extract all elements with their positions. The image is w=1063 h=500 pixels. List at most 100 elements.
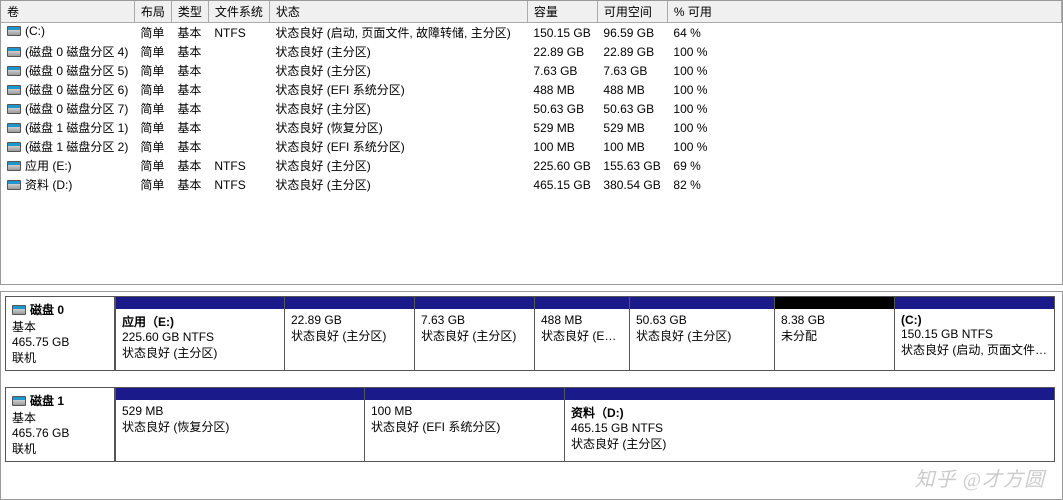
col-status[interactable]: 状态 [269, 1, 527, 23]
partition-title: 应用（E:) [122, 313, 278, 330]
cell-layout: 简单 [134, 23, 171, 43]
disk-size: 465.76 GB [12, 426, 108, 440]
col-type[interactable]: 类型 [171, 1, 208, 23]
cell-capacity: 150.15 GB [527, 23, 597, 43]
cell-type: 基本 [171, 118, 208, 137]
col-free[interactable]: 可用空间 [597, 1, 667, 23]
cell-type: 基本 [171, 80, 208, 99]
disk-type: 基本 [12, 318, 108, 335]
table-row[interactable]: (磁盘 0 磁盘分区 4)简单基本状态良好 (主分区)22.89 GB22.89… [1, 42, 1062, 61]
partition-color-bar [415, 297, 534, 309]
table-row[interactable]: (磁盘 1 磁盘分区 1)简单基本状态良好 (恢复分区)529 MB529 MB… [1, 118, 1062, 137]
partition-size: 150.15 GB NTFS [901, 327, 1048, 341]
cell-status: 状态良好 (主分区) [269, 156, 527, 175]
table-row[interactable]: (磁盘 1 磁盘分区 2)简单基本状态良好 (EFI 系统分区)100 MB10… [1, 137, 1062, 156]
disk-size: 465.75 GB [12, 335, 108, 349]
partition-status: 状态良好 (主分区) [291, 327, 408, 344]
partition-size: 488 MB [541, 313, 623, 327]
partition-color-bar [116, 388, 364, 400]
partition[interactable]: (C:)150.15 GB NTFS状态良好 (启动, 页面文件, 故障 [895, 296, 1055, 371]
cell-pct: 100 % [667, 80, 1061, 99]
disk-row: 磁盘 0基本465.75 GB联机应用（E:)225.60 GB NTFS状态良… [5, 296, 1058, 371]
volume-name: 资料 (D:) [25, 176, 72, 193]
volume-name: 应用 (E:) [25, 157, 72, 174]
table-row[interactable]: (磁盘 0 磁盘分区 6)简单基本状态良好 (EFI 系统分区)488 MB48… [1, 80, 1062, 99]
col-pct[interactable]: % 可用 [667, 1, 1061, 23]
partition-status: 未分配 [781, 327, 888, 344]
table-row[interactable]: (C:)简单基本NTFS状态良好 (启动, 页面文件, 故障转储, 主分区)15… [1, 23, 1062, 43]
cell-type: 基本 [171, 99, 208, 118]
cell-type: 基本 [171, 156, 208, 175]
table-row[interactable]: 资料 (D:)简单基本NTFS状态良好 (主分区)465.15 GB380.54… [1, 175, 1062, 194]
partition-strip: 529 MB状态良好 (恢复分区)100 MB状态良好 (EFI 系统分区)资料… [115, 387, 1058, 462]
cell-free: 380.54 GB [597, 175, 667, 194]
cell-fs: NTFS [208, 156, 269, 175]
cell-capacity: 225.60 GB [527, 156, 597, 175]
partition-size: 50.63 GB [636, 313, 768, 327]
cell-pct: 100 % [667, 99, 1061, 118]
col-fs[interactable]: 文件系统 [208, 1, 269, 23]
cell-capacity: 529 MB [527, 118, 597, 137]
partition-size: 7.63 GB [421, 313, 528, 327]
cell-status: 状态良好 (EFI 系统分区) [269, 80, 527, 99]
cell-pct: 100 % [667, 61, 1061, 80]
cell-pct: 64 % [667, 23, 1061, 43]
cell-capacity: 100 MB [527, 137, 597, 156]
partition[interactable]: 100 MB状态良好 (EFI 系统分区) [365, 387, 565, 462]
cell-capacity: 7.63 GB [527, 61, 597, 80]
disk-icon [12, 396, 26, 406]
cell-type: 基本 [171, 42, 208, 61]
partition-title: 资料（D:) [571, 404, 1048, 421]
table-row[interactable]: 应用 (E:)简单基本NTFS状态良好 (主分区)225.60 GB155.63… [1, 156, 1062, 175]
disk-label[interactable]: 磁盘 1基本465.76 GB联机 [5, 387, 115, 462]
partition[interactable]: 529 MB状态良好 (恢复分区) [115, 387, 365, 462]
disk-label[interactable]: 磁盘 0基本465.75 GB联机 [5, 296, 115, 371]
partition[interactable]: 资料（D:)465.15 GB NTFS状态良好 (主分区) [565, 387, 1055, 462]
partition[interactable]: 7.63 GB状态良好 (主分区) [415, 296, 535, 371]
partition-status: 状态良好 (恢复分区) [122, 418, 358, 435]
volume-icon [7, 66, 21, 76]
disk-graphical-panel: 磁盘 0基本465.75 GB联机应用（E:)225.60 GB NTFS状态良… [0, 291, 1063, 500]
partition-status: 状态良好 (EFI … [541, 327, 623, 344]
volume-table[interactable]: 卷 布局 类型 文件系统 状态 容量 可用空间 % 可用 (C:)简单基本NTF… [1, 1, 1062, 194]
disk-id: 磁盘 0 [30, 301, 64, 318]
partition-status: 状态良好 (主分区) [571, 435, 1048, 452]
cell-free: 155.63 GB [597, 156, 667, 175]
cell-pct: 100 % [667, 118, 1061, 137]
cell-status: 状态良好 (启动, 页面文件, 故障转储, 主分区) [269, 23, 527, 43]
cell-status: 状态良好 (主分区) [269, 175, 527, 194]
cell-capacity: 50.63 GB [527, 99, 597, 118]
volume-icon [7, 104, 21, 114]
table-header-row: 卷 布局 类型 文件系统 状态 容量 可用空间 % 可用 [1, 1, 1062, 23]
cell-layout: 简单 [134, 137, 171, 156]
partition-status: 状态良好 (EFI 系统分区) [371, 418, 558, 435]
volume-icon [7, 161, 21, 171]
table-row[interactable]: (磁盘 0 磁盘分区 7)简单基本状态良好 (主分区)50.63 GB50.63… [1, 99, 1062, 118]
partition[interactable]: 22.89 GB状态良好 (主分区) [285, 296, 415, 371]
volume-name: (磁盘 1 磁盘分区 2) [25, 138, 128, 155]
col-volume[interactable]: 卷 [1, 1, 134, 23]
partition-status: 状态良好 (主分区) [421, 327, 528, 344]
cell-free: 22.89 GB [597, 42, 667, 61]
partition-color-bar [365, 388, 564, 400]
cell-fs [208, 80, 269, 99]
table-row[interactable]: (磁盘 0 磁盘分区 5)简单基本状态良好 (主分区)7.63 GB7.63 G… [1, 61, 1062, 80]
cell-status: 状态良好 (主分区) [269, 42, 527, 61]
volume-icon [7, 123, 21, 133]
partition-size: 100 MB [371, 404, 558, 418]
volume-icon [7, 142, 21, 152]
cell-free: 96.59 GB [597, 23, 667, 43]
volume-name: (磁盘 1 磁盘分区 1) [25, 119, 128, 136]
partition[interactable]: 8.38 GB未分配 [775, 296, 895, 371]
volume-name: (磁盘 0 磁盘分区 4) [25, 43, 128, 60]
cell-pct: 69 % [667, 156, 1061, 175]
volume-icon [7, 85, 21, 95]
volume-name: (磁盘 0 磁盘分区 6) [25, 81, 128, 98]
col-layout[interactable]: 布局 [134, 1, 171, 23]
disk-type: 基本 [12, 409, 108, 426]
cell-capacity: 465.15 GB [527, 175, 597, 194]
partition[interactable]: 50.63 GB状态良好 (主分区) [630, 296, 775, 371]
partition[interactable]: 应用（E:)225.60 GB NTFS状态良好 (主分区) [115, 296, 285, 371]
partition[interactable]: 488 MB状态良好 (EFI … [535, 296, 630, 371]
col-capacity[interactable]: 容量 [527, 1, 597, 23]
